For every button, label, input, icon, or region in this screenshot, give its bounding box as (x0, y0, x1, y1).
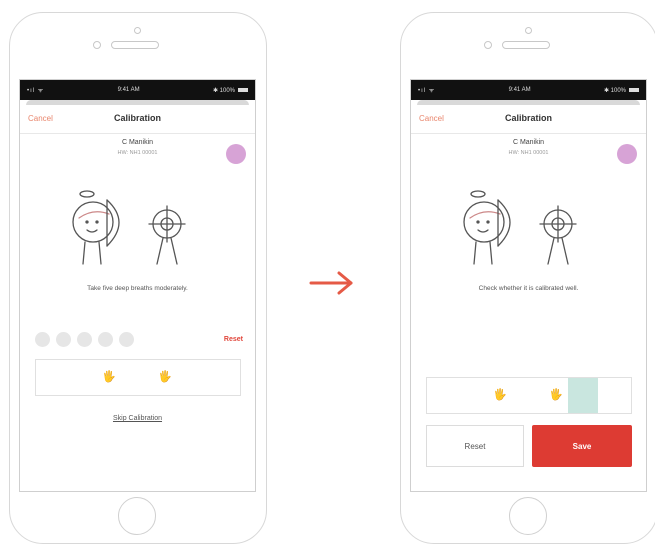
battery-icon (629, 87, 639, 92)
hand-icon: 🖐 (158, 371, 172, 383)
manikin-id: HW: NH1 00001 (508, 150, 549, 156)
nav-bar: Cancel Calibration (20, 105, 255, 134)
manikin-avatar (226, 144, 246, 164)
skip-calibration-link[interactable]: Skip Calibration (20, 415, 255, 422)
manikin-name: C Manikin (512, 139, 545, 146)
page-title: Calibration (504, 113, 552, 123)
instruction-text: Take five deep breaths moderately. (87, 285, 188, 292)
breath-dot (119, 332, 134, 347)
manikin-name: C Manikin (121, 139, 154, 146)
earpiece-speaker (502, 41, 550, 49)
status-time: 9:41 AM (117, 87, 140, 93)
phone-frame-left: •ıl ᯤ 9:41 AM ✱ 100% Cancel Calibration … (9, 12, 267, 544)
front-camera (525, 27, 532, 34)
home-button[interactable] (509, 497, 547, 535)
screen-left: •ıl ᯤ 9:41 AM ✱ 100% Cancel Calibration … (19, 79, 256, 492)
nav-bar: Cancel Calibration (411, 105, 646, 134)
calibration-meter: 🖐 🖐 (35, 359, 241, 396)
breath-progress-dots (35, 332, 134, 347)
calibration-highlight (568, 378, 598, 413)
hand-icon: 🖐 (102, 371, 116, 383)
screen-right: •ıl ᯤ 9:41 AM ✱ 100% Cancel Calibration … (410, 79, 647, 492)
earpiece-speaker (111, 41, 159, 49)
reset-button[interactable]: Reset (426, 425, 524, 467)
status-bar: •ıl ᯤ 9:41 AM ✱ 100% (411, 80, 646, 100)
proximity-sensor (93, 41, 101, 49)
battery-indicator: ✱ 100% (604, 87, 639, 94)
instruction-text: Check whether it is calibrated well. (478, 285, 579, 292)
status-time: 9:41 AM (508, 87, 531, 93)
archer-target-illustration-icon (72, 190, 186, 265)
battery-icon (238, 87, 248, 92)
hand-icon: 🖐 (549, 389, 563, 401)
manikin-avatar (617, 144, 637, 164)
breath-dot (56, 332, 71, 347)
hand-icon: 🖐 (493, 389, 507, 401)
calibration-meter: 🖐 🖐 (426, 377, 632, 414)
arrow-right-icon (309, 271, 353, 295)
status-bar: •ıl ᯤ 9:41 AM ✱ 100% (20, 80, 255, 100)
breath-dot (77, 332, 92, 347)
reset-link[interactable]: Reset (224, 336, 243, 343)
manikin-id: HW: NH1 00001 (117, 150, 158, 156)
proximity-sensor (484, 41, 492, 49)
archer-target-illustration-icon (463, 190, 577, 265)
save-button[interactable]: Save (532, 425, 632, 467)
front-camera (134, 27, 141, 34)
home-button[interactable] (118, 497, 156, 535)
battery-indicator: ✱ 100% (213, 87, 248, 94)
page-title: Calibration (113, 113, 161, 123)
signal-indicator: •ıl ᯤ (27, 88, 45, 94)
breath-dot (35, 332, 50, 347)
breath-dot (98, 332, 113, 347)
signal-indicator: •ıl ᯤ (418, 88, 436, 94)
phone-frame-right: •ıl ᯤ 9:41 AM ✱ 100% Cancel Calibration … (400, 12, 655, 544)
